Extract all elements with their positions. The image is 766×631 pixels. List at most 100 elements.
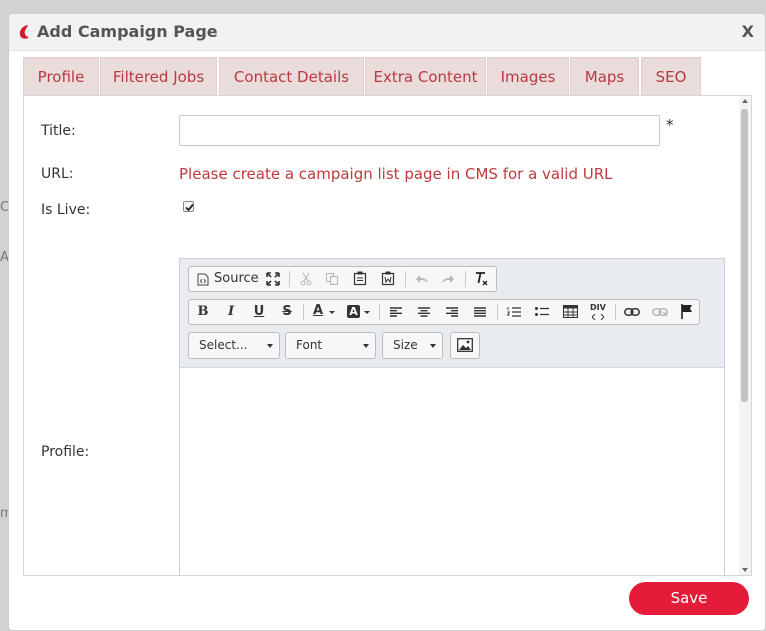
align-left-button[interactable]: [385, 300, 407, 324]
source-icon: [197, 273, 209, 286]
title-input[interactable]: [179, 115, 660, 146]
chevron-down-icon: [430, 344, 436, 348]
is-live-checkbox[interactable]: [183, 201, 194, 212]
tab-images[interactable]: Images: [487, 57, 569, 95]
font-select-label: Font: [296, 338, 323, 352]
bulleted-list-icon: [535, 307, 549, 316]
toolbar-separator: [289, 271, 290, 287]
scroll-down-arrow-icon[interactable]: [742, 568, 748, 572]
save-button[interactable]: Save: [629, 582, 749, 615]
cut-icon: [300, 272, 312, 286]
underline-button[interactable]: U: [248, 300, 270, 324]
format-select-label: Select...: [199, 338, 248, 352]
justify-button[interactable]: [469, 300, 491, 324]
align-center-icon: [418, 307, 430, 317]
italic-button[interactable]: I: [220, 300, 242, 324]
maximize-button[interactable]: [262, 267, 284, 291]
copy-icon: [326, 273, 338, 285]
required-marker: *: [666, 116, 674, 134]
scroll-up-arrow-icon[interactable]: [742, 99, 748, 103]
link-icon: [624, 308, 640, 316]
url-label: URL:: [41, 166, 74, 182]
scroll-thumb[interactable]: [741, 109, 748, 402]
unlink-button[interactable]: [649, 300, 671, 324]
undo-button[interactable]: [411, 267, 433, 291]
source-button[interactable]: Source: [192, 267, 259, 291]
toolbar-separator: [405, 271, 406, 287]
image-icon: [457, 338, 473, 352]
remove-format-icon: [476, 272, 488, 286]
size-select-label: Size: [393, 338, 418, 352]
profile-label: Profile:: [41, 444, 90, 460]
redo-button[interactable]: [437, 267, 459, 291]
editor-content-area[interactable]: [180, 367, 724, 575]
link-button[interactable]: [621, 300, 643, 324]
toolbar-separator: [615, 304, 616, 320]
is-live-label: Is Live:: [41, 202, 91, 218]
font-select[interactable]: Font: [285, 332, 376, 359]
toolbar-group-document: Source: [188, 266, 497, 292]
toolbar-separator: [303, 304, 304, 320]
toolbar-separator: [497, 304, 498, 320]
close-button[interactable]: X: [742, 22, 754, 41]
insert-image-button[interactable]: [450, 332, 480, 359]
dialog-title: Add Campaign Page: [37, 22, 218, 41]
background-color-icon: A: [347, 305, 360, 318]
tab-extra-content[interactable]: Extra Content: [365, 57, 486, 95]
text-color-icon: A: [313, 303, 324, 318]
paste-button[interactable]: [349, 267, 371, 291]
toolbar-separator: [379, 304, 380, 320]
panel-scrollbar[interactable]: [739, 96, 751, 575]
anchor-flag-icon: [681, 304, 692, 319]
source-label: Source: [214, 271, 259, 286]
format-select[interactable]: Select...: [188, 332, 280, 359]
numbered-list-button[interactable]: [503, 300, 525, 324]
align-left-icon: [390, 307, 402, 317]
title-label: Title:: [41, 123, 76, 139]
align-right-icon: [446, 307, 458, 317]
table-icon: [563, 305, 578, 318]
background-color-button[interactable]: A: [344, 300, 374, 324]
bold-button[interactable]: B: [192, 300, 214, 324]
redo-icon: [442, 275, 454, 283]
tab-seo[interactable]: SEO: [641, 57, 701, 95]
profile-panel: Title: * URL: Please create a campaign l…: [23, 95, 752, 576]
url-warning-message: Please create a campaign list page in CM…: [179, 165, 613, 183]
unlink-icon: [652, 308, 668, 317]
copy-button[interactable]: [321, 267, 343, 291]
justify-icon: [474, 307, 486, 317]
rich-text-editor: Source B I U S A A DIV Select... Font Si…: [179, 258, 725, 575]
cut-button[interactable]: [295, 267, 317, 291]
add-campaign-dialog: Add Campaign Page X Profile Filtered Job…: [8, 13, 766, 631]
numbered-list-icon: [507, 307, 521, 317]
chevron-down-icon: [267, 344, 273, 348]
tab-filtered-jobs[interactable]: Filtered Jobs: [100, 57, 217, 95]
anchor-button[interactable]: [677, 300, 697, 324]
size-select[interactable]: Size: [382, 332, 443, 359]
undo-icon: [416, 275, 428, 283]
toolbar-group-formatting: B I U S A A DIV: [188, 299, 700, 325]
remove-format-button[interactable]: [471, 267, 493, 291]
align-center-button[interactable]: [413, 300, 435, 324]
chevron-down-icon: [364, 311, 370, 314]
editor-toolbar: Source B I U S A A DIV Select... Font Si…: [180, 259, 724, 368]
tab-maps[interactable]: Maps: [570, 57, 639, 95]
chevron-down-icon: [329, 311, 335, 314]
bulleted-list-button[interactable]: [531, 300, 553, 324]
brand-logo-icon: [19, 25, 29, 39]
paste-word-icon: [381, 271, 395, 286]
paste-from-word-button[interactable]: [377, 267, 399, 291]
dialog-titlebar: Add Campaign Page X: [9, 14, 765, 51]
toolbar-separator: [465, 271, 466, 287]
paste-icon: [353, 271, 367, 286]
tab-contact-details[interactable]: Contact Details: [219, 57, 364, 95]
text-color-button[interactable]: A: [309, 300, 339, 324]
table-button[interactable]: [559, 300, 581, 324]
div-container-button[interactable]: DIV: [587, 300, 609, 324]
strikethrough-button[interactable]: S: [276, 300, 298, 324]
code-brackets-icon: [592, 314, 604, 320]
checkmark-icon: [185, 203, 194, 212]
align-right-button[interactable]: [441, 300, 463, 324]
chevron-down-icon: [363, 344, 369, 348]
tab-profile[interactable]: Profile: [23, 57, 99, 95]
